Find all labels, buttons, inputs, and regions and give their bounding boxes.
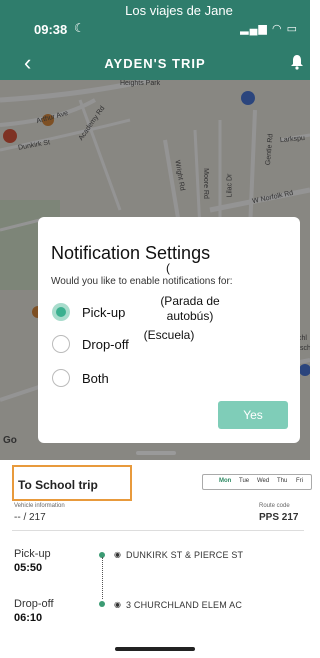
route-code-value: PPS 217 — [259, 512, 299, 523]
stop-time-pickup: 05:50 — [14, 562, 43, 574]
vehicle-info-value: -- / 217 — [14, 512, 46, 523]
route-code-label: Route code — [259, 503, 290, 509]
radio-selected-icon[interactable] — [52, 303, 70, 321]
stop-name-dropoff[interactable]: 3 CHURCHLAND ELEM AC — [126, 600, 242, 610]
location-pin-icon: ◉ — [114, 600, 121, 609]
option-label: Both — [82, 371, 109, 386]
signal-wifi-battery-icons: ▂▄▆ ◠ ▭ — [240, 23, 298, 35]
dialog-title: Notification Settings — [51, 243, 211, 263]
radio-unselected-icon[interactable] — [52, 369, 70, 387]
annotation-paren: ( — [166, 261, 170, 275]
radio-unselected-icon[interactable] — [52, 335, 70, 353]
day-fri[interactable]: Fri — [296, 478, 303, 484]
stop-type-dropoff: Drop-off — [14, 598, 54, 610]
annotation-pickup-line1: (Parada de — [160, 294, 220, 308]
annotation-pickup-line2: autobús) — [166, 309, 214, 323]
day-picker: Mon Tue Wed Thu Fri — [202, 474, 312, 490]
moon-icon: ☾ — [74, 21, 85, 35]
divider — [12, 530, 304, 531]
option-label: Drop-off — [82, 337, 129, 352]
stop-type-pickup: Pick-up — [14, 548, 51, 560]
trip-title: To School trip — [12, 465, 132, 501]
stop-name-pickup[interactable]: DUNKIRK ST & PIERCE ST — [126, 550, 243, 560]
vehicle-info-label: Vehicle information — [14, 503, 65, 509]
timeline-dot — [99, 601, 105, 607]
location-pin-icon: ◉ — [114, 550, 121, 559]
home-indicator — [115, 647, 195, 651]
timeline-line — [102, 557, 103, 599]
day-mon[interactable]: Mon — [219, 478, 231, 484]
nav-bar: ‹ AYDEN'S TRIP — [0, 46, 310, 80]
day-thu[interactable]: Thu — [277, 478, 287, 484]
day-wed[interactable]: Wed — [257, 478, 269, 484]
option-label: Pick-up — [82, 305, 126, 320]
day-tue[interactable]: Tue — [239, 478, 249, 484]
bell-icon[interactable] — [290, 54, 304, 70]
caption-top: Los viajes de Jane — [110, 0, 248, 22]
yes-button[interactable]: Yes — [218, 401, 288, 429]
dialog-subtitle: Would you like to enable notifications f… — [51, 276, 233, 287]
stop-time-dropoff: 06:10 — [14, 612, 43, 624]
drag-handle[interactable] — [136, 451, 176, 455]
option-both[interactable]: Both — [50, 367, 170, 391]
status-time: 09:38 — [34, 22, 68, 37]
annotation-dropoff: (Escuela) — [143, 328, 195, 342]
page-title: AYDEN'S TRIP — [104, 56, 206, 71]
